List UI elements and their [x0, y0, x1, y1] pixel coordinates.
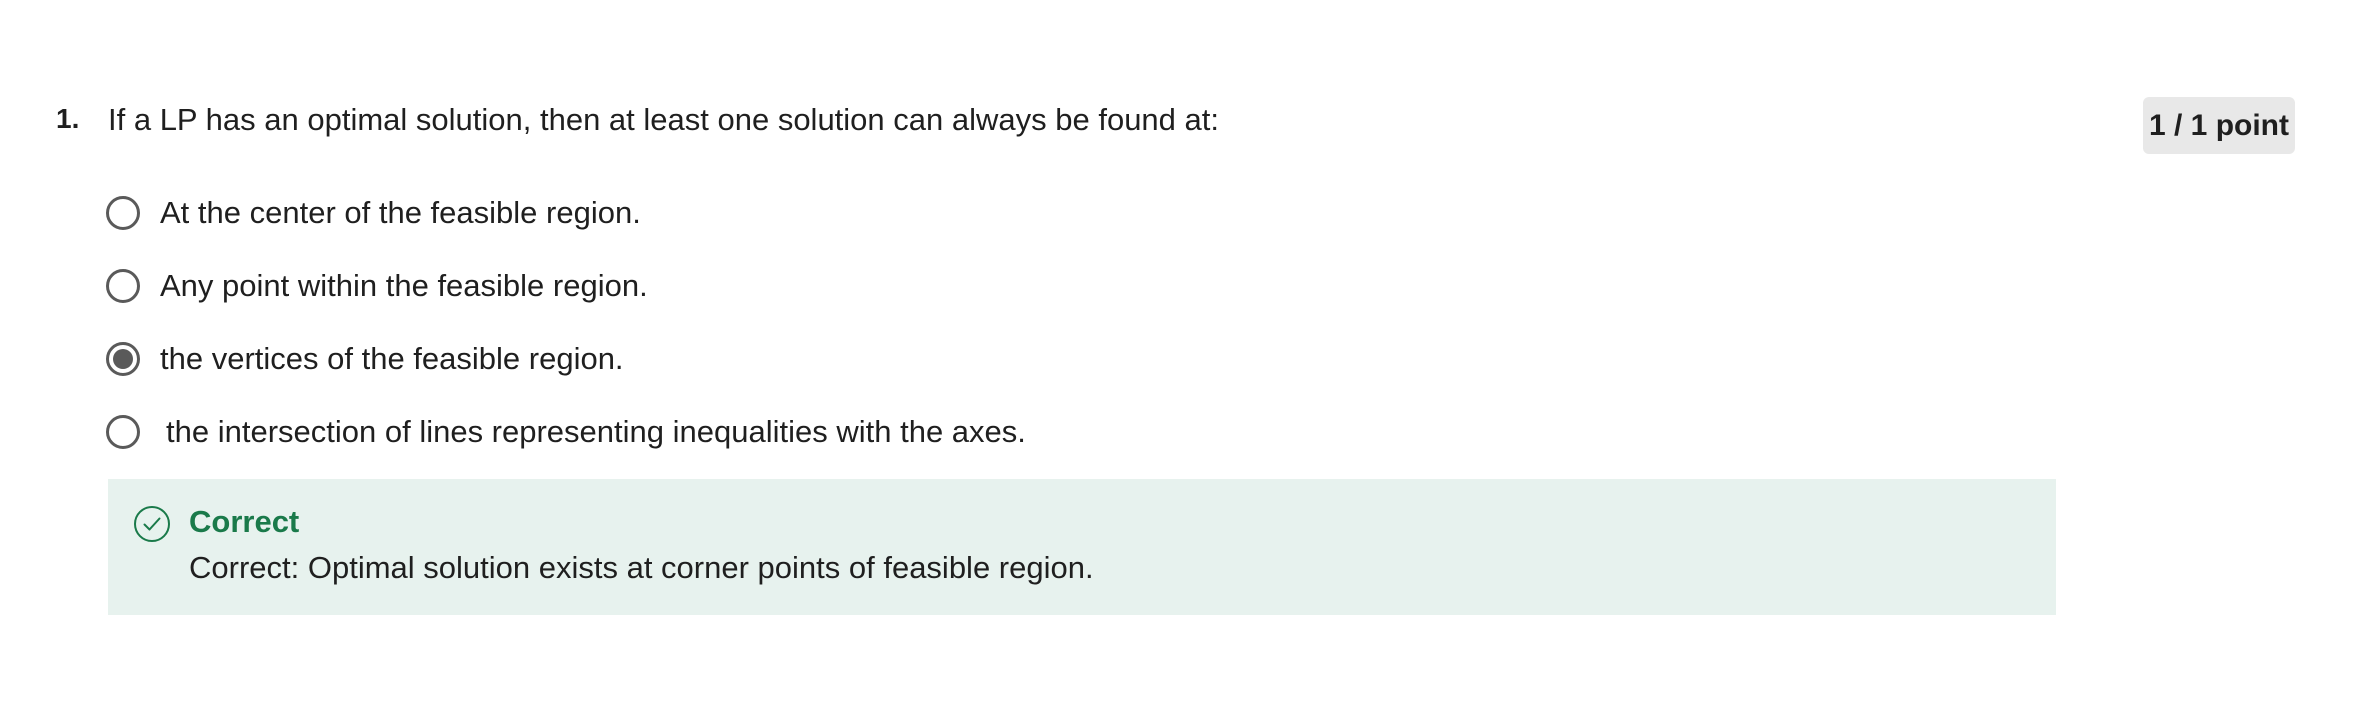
answer-option[interactable]: Any point within the feasible region.	[106, 264, 648, 308]
option-label: Any point within the feasible region.	[160, 268, 648, 303]
option-label: the vertices of the feasible region.	[160, 341, 624, 376]
question-number: 1.	[56, 103, 80, 134]
answer-option[interactable]: At the center of the feasible region.	[106, 191, 641, 235]
option-label: At the center of the feasible region.	[160, 195, 641, 230]
points-badge: 1 / 1 point	[2143, 97, 2295, 154]
feedback-title: Correct	[189, 504, 300, 539]
radio-button[interactable]	[106, 415, 140, 449]
option-label: the intersection of lines representing i…	[166, 414, 1026, 449]
radio-button[interactable]	[106, 269, 140, 303]
answer-option[interactable]: the intersection of lines representing i…	[106, 410, 1026, 454]
feedback-panel: Correct Correct: Optimal solution exists…	[108, 479, 2056, 615]
feedback-text: Correct: Optimal solution exists at corn…	[189, 550, 1094, 585]
check-circle-icon	[134, 506, 170, 542]
radio-button[interactable]	[106, 196, 140, 230]
answer-option[interactable]: the vertices of the feasible region.	[106, 337, 624, 381]
radio-button-selected[interactable]	[106, 342, 140, 376]
question-text: If a LP has an optimal solution, then at…	[108, 102, 1219, 137]
